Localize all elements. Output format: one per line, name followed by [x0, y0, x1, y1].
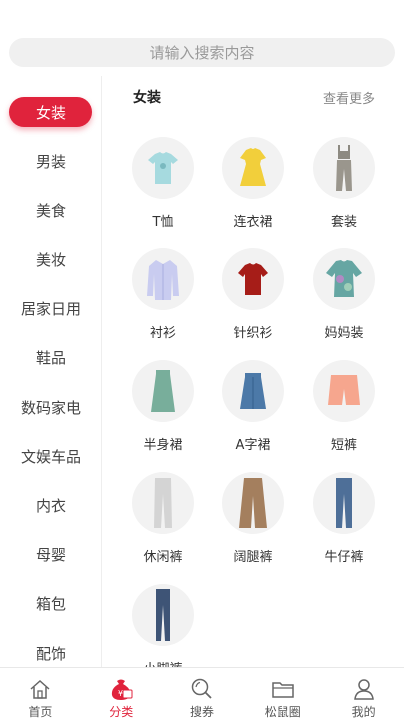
sidebar-item-label: 文娱车品 [20, 447, 81, 466]
category-a-skirt[interactable]: A字裙 [208, 360, 298, 470]
category-label: 阔腿裤 [233, 550, 273, 565]
search-placeholder: 请输入搜索内容 [149, 44, 255, 62]
shorts-icon [313, 360, 375, 422]
sidebar-item-women[interactable]: 女装 [0, 96, 102, 128]
category-set[interactable]: 套装 [299, 137, 389, 247]
category-label: 妈妈装 [324, 326, 364, 341]
category-label: 半身裙 [143, 438, 183, 453]
sidebar-item-shoes[interactable]: 鞋品 [0, 341, 102, 373]
category-mom-wear[interactable]: 妈妈装 [299, 248, 389, 358]
sidebar-item-label: 女装 [35, 103, 66, 122]
skinny-pants-icon [132, 584, 194, 646]
category-dress[interactable]: 连衣裙 [208, 137, 298, 247]
category-label: T恤 [152, 215, 174, 230]
dress-icon [222, 137, 284, 199]
tshirt-icon [132, 137, 194, 199]
tab-mine[interactable]: 我的 [323, 668, 404, 720]
category-skirt[interactable]: 半身裙 [118, 360, 208, 470]
sidebar-item-label: 美妆 [35, 250, 66, 269]
svg-text:¥: ¥ [118, 689, 123, 698]
tab-home[interactable]: 首页 [0, 668, 81, 720]
see-more-link[interactable]: 查看更多 [323, 88, 375, 107]
tab-label: 搜券 [189, 705, 214, 719]
sidebar-item-label: 鞋品 [35, 348, 66, 367]
category-icon: ¥ [108, 677, 134, 701]
sidebar-item-underwear[interactable]: 内衣 [0, 489, 102, 521]
sidebar-item-accessories[interactable]: 配饰 [0, 637, 102, 669]
user-icon [351, 677, 377, 701]
wide-pants-icon [222, 472, 284, 534]
sidebar-item-label: 内衣 [35, 496, 66, 515]
category-wide-pants[interactable]: 阔腿裤 [208, 472, 298, 582]
tab-label: 首页 [28, 705, 53, 719]
category-label: 衬衫 [149, 326, 176, 341]
sidebar-item-label: 母婴 [35, 545, 66, 564]
casual-pants-icon [132, 472, 194, 534]
sidebar-item-digital[interactable]: 数码家电 [0, 391, 102, 423]
category-label: A字裙 [235, 438, 271, 453]
category-label: 针织衫 [233, 326, 273, 341]
category-label: 休闲裤 [143, 550, 183, 565]
tab-search-coupon[interactable]: 搜券 [162, 668, 243, 720]
folder-icon [270, 677, 296, 701]
sidebar-item-label: 配饰 [35, 644, 66, 663]
sidebar-item-makeup[interactable]: 美妆 [0, 243, 102, 275]
search-coupon-icon [189, 677, 215, 701]
knit-icon [222, 248, 284, 310]
home-icon [27, 677, 53, 701]
sidebar-item-food[interactable]: 美食 [0, 194, 102, 226]
tab-label: 松鼠圈 [264, 705, 301, 719]
category-content: 女装 查看更多 T恤 连衣裙 套装 衬衫 针织衫 妈妈装 半身裙 A字裙 短裤 … [103, 76, 404, 677]
category-shirt[interactable]: 衬衫 [118, 248, 208, 358]
category-sidebar: 女装 男装 美食 美妆 居家日用 鞋品 数码家电 文娱车品 内衣 母婴 箱包 配… [0, 76, 102, 667]
sidebar-item-baby[interactable]: 母婴 [0, 538, 102, 570]
category-jeans[interactable]: 牛仔裤 [299, 472, 389, 582]
jeans-icon [313, 472, 375, 534]
bottom-tab-bar: 首页 ¥ 分类 搜券 松鼠圈 我的 [0, 667, 404, 720]
tab-label: 我的 [351, 705, 376, 719]
category-shorts[interactable]: 短裤 [299, 360, 389, 470]
tab-squirrel-circle[interactable]: 松鼠圈 [242, 668, 323, 720]
a-skirt-icon [222, 360, 284, 422]
category-knit[interactable]: 针织衫 [208, 248, 298, 358]
sidebar-item-home[interactable]: 居家日用 [0, 292, 102, 324]
sidebar-item-label: 箱包 [35, 594, 66, 613]
tab-category[interactable]: ¥ 分类 [81, 668, 162, 720]
tab-label: 分类 [109, 705, 134, 719]
sidebar-item-entertainment[interactable]: 文娱车品 [0, 440, 102, 472]
sidebar-item-men[interactable]: 男装 [0, 145, 102, 177]
sidebar-item-label: 居家日用 [20, 299, 81, 318]
mom-wear-icon [313, 248, 375, 310]
category-label: 连衣裙 [233, 215, 273, 230]
category-casual-pants[interactable]: 休闲裤 [118, 472, 208, 582]
skirt-icon [132, 360, 194, 422]
search-header: 请输入搜索内容 [0, 0, 404, 76]
sidebar-item-label: 男装 [35, 152, 66, 171]
sidebar-item-label: 数码家电 [20, 398, 81, 417]
search-input[interactable]: 请输入搜索内容 [9, 38, 395, 67]
set-icon [313, 137, 375, 199]
sidebar-item-label: 美食 [35, 201, 66, 220]
sidebar-item-bags[interactable]: 箱包 [0, 587, 102, 619]
category-label: 短裤 [330, 438, 357, 453]
category-tshirt[interactable]: T恤 [118, 137, 208, 247]
section-title: 女装 [133, 90, 161, 106]
category-label: 牛仔裤 [324, 550, 364, 565]
category-label: 套装 [330, 215, 357, 230]
shirt-icon [132, 248, 194, 310]
